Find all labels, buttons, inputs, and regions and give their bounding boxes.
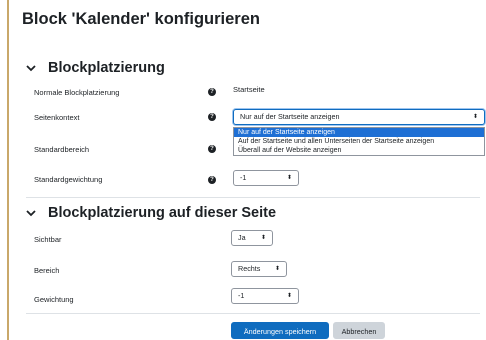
modal-page: Block 'Kalender' konfigurieren Blockplat… [0, 0, 486, 340]
page-context-select[interactable]: Nur auf der Startseite anzeigen ⬍ [233, 109, 485, 125]
footer-divider [26, 313, 480, 314]
dropdown-option[interactable]: Auf der Startseite und allen Unterseiten… [234, 137, 484, 146]
dropdown-option[interactable]: Überall auf der Website anzeigen [234, 146, 484, 155]
section-header-blockplatzierung[interactable]: Blockplatzierung [26, 60, 165, 76]
normal-placement-label: Normale Blockplatzierung [34, 88, 120, 97]
updown-caret-icon: ⬍ [260, 235, 266, 241]
section-header-this-page[interactable]: Blockplatzierung auf dieser Seite [26, 205, 276, 221]
region-select[interactable]: Rechts ⬍ [231, 261, 287, 277]
normal-placement-value: Startseite [233, 85, 265, 94]
help-icon[interactable]: ? [208, 176, 216, 184]
select-value: Rechts [238, 264, 261, 273]
page-context-label: Seitenkontext [34, 113, 80, 122]
updown-caret-icon: ⬍ [274, 266, 280, 272]
updown-caret-icon: ⬍ [286, 293, 292, 299]
chevron-down-icon [26, 209, 40, 217]
updown-caret-icon: ⬍ [472, 114, 478, 120]
select-value: -1 [238, 291, 245, 300]
dropdown-option[interactable]: Nur auf der Startseite anzeigen [234, 128, 484, 137]
help-icon[interactable]: ? [208, 88, 216, 96]
page-title: Block 'Kalender' konfigurieren [22, 10, 260, 28]
updown-caret-icon: ⬍ [286, 175, 292, 181]
page-context-dropdown[interactable]: Nur auf der Startseite anzeigen Auf der … [233, 127, 485, 156]
region-label: Bereich [34, 266, 60, 275]
left-border [7, 0, 9, 340]
section-title: Blockplatzierung auf dieser Seite [48, 205, 277, 221]
chevron-down-icon [26, 64, 40, 72]
default-region-label: Standardbereich [34, 145, 90, 154]
section-title: Blockplatzierung [48, 60, 165, 76]
save-button[interactable]: Änderungen speichern [231, 322, 329, 339]
default-weight-select[interactable]: -1 ⬍ [233, 170, 299, 186]
select-value: Nur auf der Startseite anzeigen [240, 112, 340, 121]
weight-label: Gewichtung [34, 295, 74, 304]
visible-label: Sichtbar [34, 235, 62, 244]
weight-select[interactable]: -1 ⬍ [231, 288, 299, 304]
help-icon[interactable]: ? [208, 145, 216, 153]
cancel-button[interactable]: Abbrechen [333, 322, 385, 339]
default-weight-label: Standardgewichtung [34, 175, 103, 184]
help-icon[interactable]: ? [208, 113, 216, 121]
select-value: Ja [238, 233, 246, 242]
section-divider [26, 197, 480, 198]
select-value: -1 [240, 173, 247, 182]
visible-select[interactable]: Ja ⬍ [231, 230, 273, 246]
